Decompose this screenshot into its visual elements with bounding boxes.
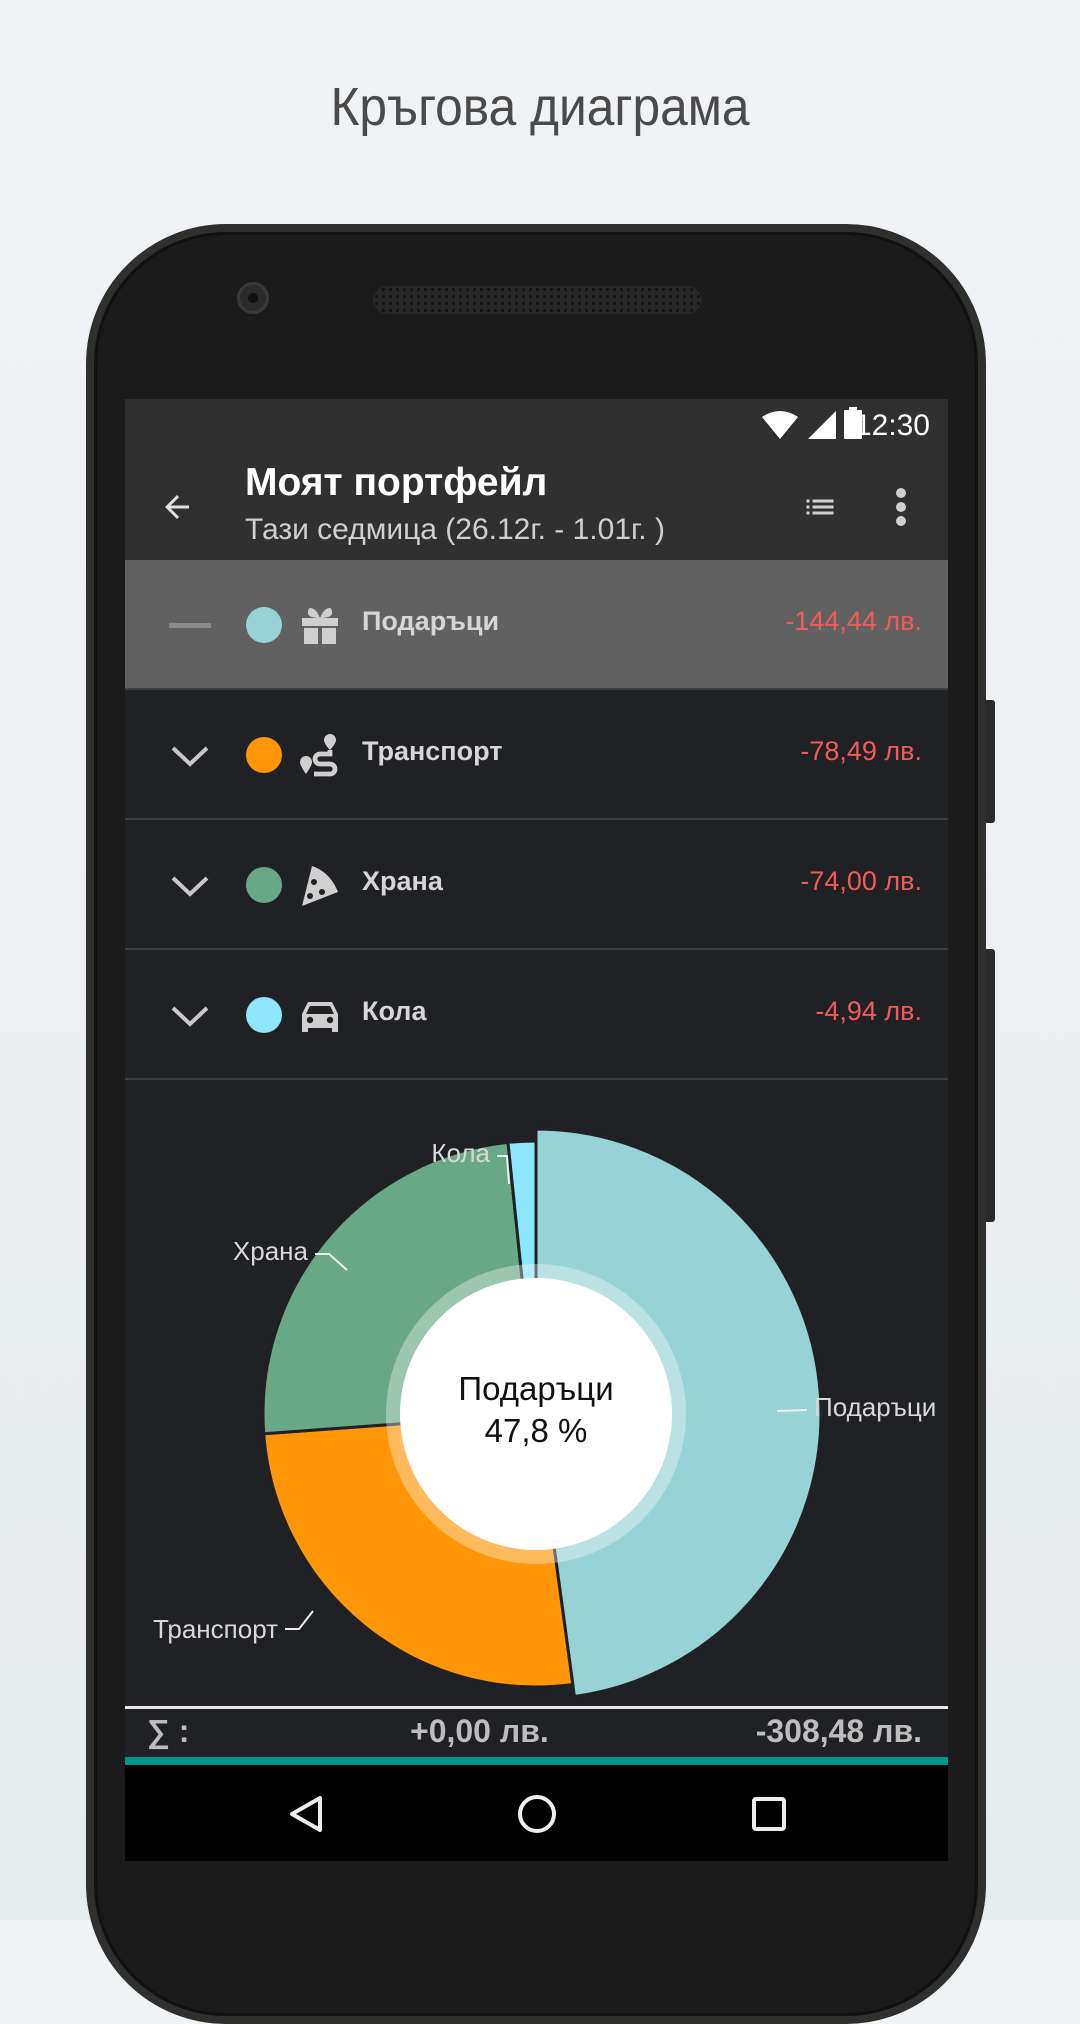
expense-total: -308,48 лв. <box>755 1713 922 1749</box>
gift-icon <box>302 608 338 644</box>
car-icon <box>302 1002 338 1032</box>
chevron-down-icon[interactable] <box>169 734 211 776</box>
category-label: Храна <box>362 866 443 896</box>
leader-line <box>285 1610 314 1630</box>
donut-chart[interactable]: Подаръци 47,8 % Подаръци Транспорт Храна… <box>125 1078 948 1706</box>
category-row-gifts[interactable]: Подаръци -144,44 лв. <box>125 560 948 690</box>
color-dot <box>246 867 282 903</box>
summary-row: ∑ : +0,00 лв. -308,48 лв. <box>125 1709 948 1757</box>
front-camera <box>237 282 269 314</box>
navigation-bar <box>125 1765 948 1861</box>
accent-bar <box>125 1757 948 1765</box>
clock: 12:30 <box>854 409 930 442</box>
page-title: Моят портфейл <box>245 461 548 504</box>
category-row-transport[interactable]: Транспорт -78,49 лв. <box>125 690 948 820</box>
chevron-down-icon[interactable] <box>169 994 211 1036</box>
category-amount: -78,49 лв. <box>800 736 922 766</box>
page-headline: Кръгова диаграма <box>330 77 750 137</box>
color-dot <box>246 607 282 643</box>
nav-recents-icon[interactable] <box>751 1796 787 1832</box>
chevron-down-icon[interactable] <box>169 864 211 906</box>
category-label: Кола <box>362 996 427 1026</box>
center-label: Подаръци <box>458 1370 613 1407</box>
nav-home-icon[interactable] <box>517 1794 557 1834</box>
period-subtitle[interactable]: Тази седмица (26.12г. - 1.01г. ) <box>245 513 665 547</box>
collapse-dash-icon[interactable] <box>169 604 211 646</box>
volume-button <box>986 949 995 1222</box>
color-dot <box>246 997 282 1033</box>
list-view-icon[interactable] <box>800 489 840 525</box>
sum-label: ∑ : <box>147 1713 190 1749</box>
wifi-icon <box>762 411 798 439</box>
category-row-food[interactable]: Храна -74,00 лв. <box>125 820 948 950</box>
phone-screen: 12:30 Моят портфейл Тази седмица (26.12г… <box>125 399 948 1861</box>
more-options-icon[interactable] <box>893 487 909 527</box>
income-total: +0,00 лв. <box>410 1713 549 1749</box>
slice-label-transport: Транспорт <box>153 1614 278 1644</box>
color-dot <box>246 737 282 773</box>
app-bar: Моят портфейл Тази седмица (26.12г. - 1.… <box>125 451 948 560</box>
category-label: Подаръци <box>362 606 500 636</box>
slice-label-car: Кола <box>431 1138 490 1168</box>
pizza-icon <box>302 866 338 906</box>
leader-line <box>776 1409 808 1412</box>
category-label: Транспорт <box>362 736 503 766</box>
category-amount: -144,44 лв. <box>785 606 922 636</box>
slice-label-food: Храна <box>233 1236 309 1266</box>
speaker-grille <box>373 286 702 314</box>
nav-back-icon[interactable] <box>288 1795 324 1833</box>
category-amount: -74,00 лв. <box>800 866 922 896</box>
category-row-car[interactable]: Кола -4,94 лв. <box>125 950 948 1080</box>
status-bar: 12:30 <box>125 399 948 451</box>
back-arrow-icon[interactable] <box>159 489 195 525</box>
signal-icon <box>808 411 836 439</box>
category-amount: -4,94 лв. <box>815 996 922 1026</box>
power-button <box>986 700 995 823</box>
center-value: 47,8 % <box>485 1412 588 1449</box>
slice-label-gifts: Подаръци <box>814 1392 936 1422</box>
route-icon <box>300 734 338 777</box>
